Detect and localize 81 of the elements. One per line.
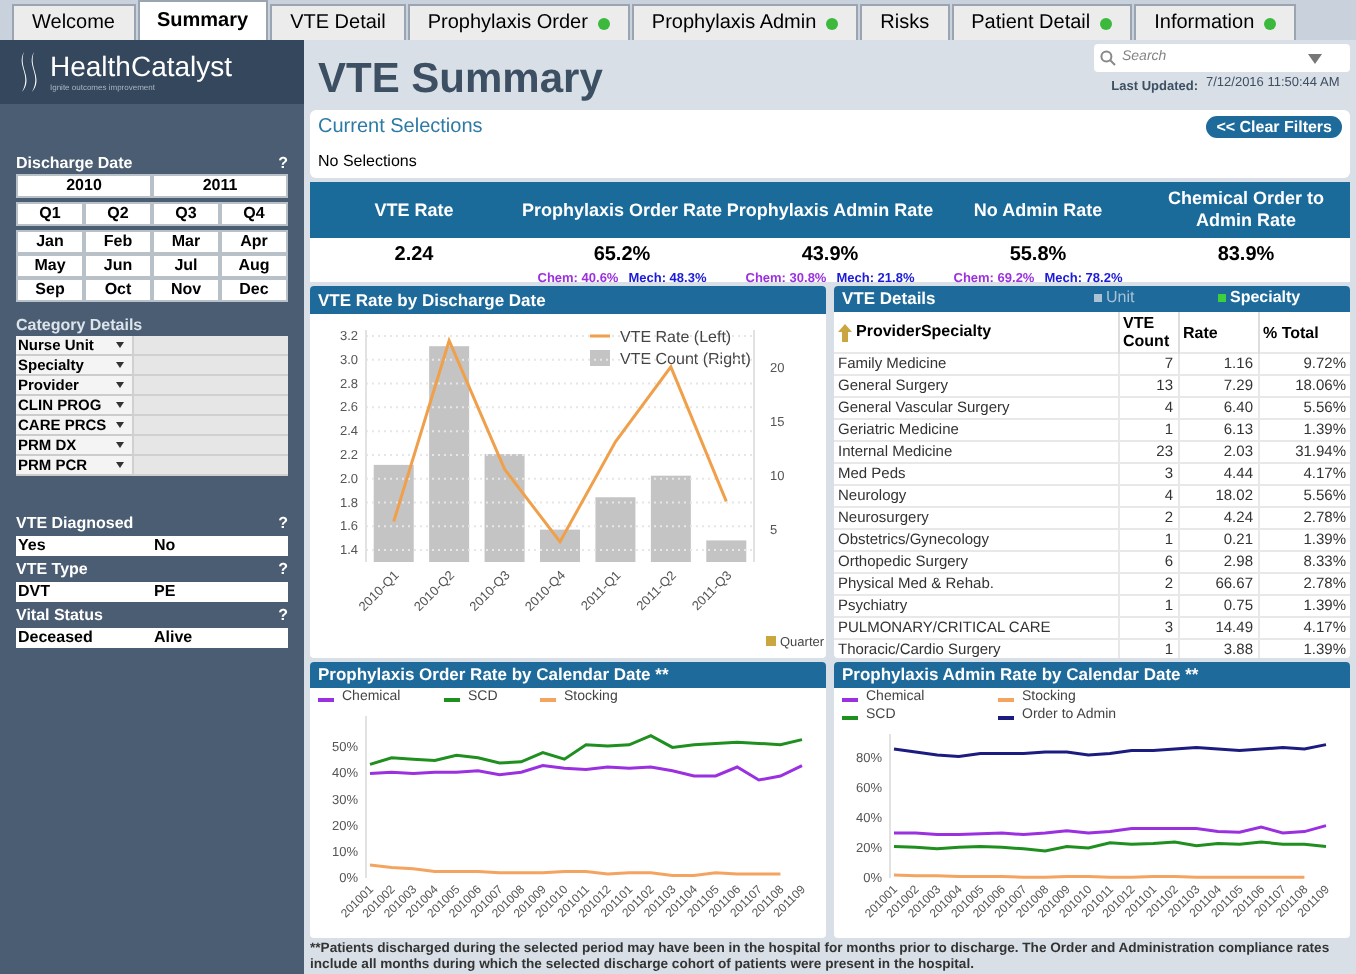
page-title: VTE Summary [318,54,603,106]
panel-title: VTE Rate by Discharge Date [310,286,826,314]
filter-option[interactable]: Mar [152,230,220,254]
logo-text: HealthCatalyst [50,52,233,82]
column-header[interactable]: Rate [1178,311,1258,354]
help-icon[interactable]: ? [278,512,288,536]
filter-option[interactable]: Q2 [84,202,152,226]
tab[interactable]: Summary [137,0,269,40]
filter-option[interactable]: Dec [220,278,288,302]
filter-option[interactable]: Oct [84,278,152,302]
tab[interactable]: Welcome [12,4,135,40]
section-title: Category Details [16,314,145,336]
filter-option[interactable]: Apr [220,230,288,254]
column-header[interactable]: ProviderSpecialty [856,320,992,344]
dimension-icon [766,636,776,646]
kpi-header: Chemical Order to Admin Rate [1142,182,1350,238]
kpi-value: 83.9% [1215,242,1277,270]
filter-option[interactable]: Q3 [152,202,220,226]
kpi-value: 2.24 [392,242,436,270]
legend-label: VTE Count (Right) [620,350,752,368]
filter-option[interactable]: Aug [220,254,288,278]
kpi-header: Prophylaxis Order Rate [518,182,726,238]
filter-title: VTE Type [16,558,88,582]
caret-icon [116,402,124,408]
panel-title: Prophylaxis Order Rate by Calendar Date ** [310,662,826,688]
caret-icon [116,442,124,448]
search-icon [1100,50,1116,66]
panel-title: Current Selections [318,114,483,142]
filter-option[interactable]: Feb [84,230,152,254]
legend-item: VTE Rate (Left) [590,328,732,346]
kpi-value: 43.9% [799,242,861,270]
category-field[interactable] [132,416,288,436]
category-field[interactable] [132,376,288,396]
column-header[interactable]: VTE Count [1118,311,1178,354]
category-field[interactable] [132,436,288,456]
kpi-header: Prophylaxis Admin Rate [726,182,934,238]
dropdown-icon [1308,53,1322,63]
tab[interactable]: Patient Detail [951,4,1133,40]
kpi-header: VTE Rate [310,182,518,238]
filter-option[interactable]: Sep [16,278,84,302]
category-field[interactable] [132,336,288,356]
kpi-header: No Admin Rate [934,182,1142,238]
filter-option[interactable]: Jul [152,254,220,278]
caret-icon [116,462,124,468]
filter-option[interactable]: 2010 [16,174,152,198]
legend-label: VTE Rate (Left) [620,328,732,346]
caret-icon [116,382,124,388]
filter-option[interactable]: Q1 [16,202,84,226]
filter-option[interactable]: May [16,254,84,278]
filter-title: VTE Diagnosed [16,512,134,536]
category-field[interactable] [132,356,288,376]
tab[interactable]: VTE Detail [270,4,406,40]
help-icon[interactable]: ? [278,152,288,174]
help-icon[interactable]: ? [278,558,288,582]
column-header[interactable]: % Total [1258,311,1350,354]
view-toggle[interactable]: Specialty [1218,286,1342,311]
panel-title: VTE Details [842,286,938,312]
category-field[interactable] [132,456,288,476]
tab[interactable]: Information [1134,4,1297,40]
kpi-value: 55.8% [1007,242,1069,270]
tab[interactable]: Prophylaxis Order [407,4,630,40]
sort-icon[interactable] [838,323,852,341]
tab[interactable]: Prophylaxis Admin [631,4,859,40]
help-icon[interactable]: ? [278,604,288,628]
caret-icon [116,422,124,428]
filter-title: Discharge Date [16,152,133,174]
kpi-value: 65.2% [591,242,653,270]
clear-filters-button[interactable]: << Clear Filters [1206,116,1342,138]
filter-option[interactable]: Q4 [220,202,288,226]
filter-option[interactable]: Jan [16,230,84,254]
caret-icon [116,342,124,348]
filter-title: Vital Status [16,604,103,628]
filter-option[interactable]: 2011 [152,174,288,198]
panel-title: Prophylaxis Admin Rate by Calendar Date ** [834,662,1350,688]
tab[interactable]: Risks [860,4,950,40]
caret-icon [116,362,124,368]
filter-option[interactable]: Nov [152,278,220,302]
selections-text: No Selections [318,150,419,174]
legend-item: VTE Count (Right) [590,350,751,368]
filter-option[interactable]: Jun [84,254,152,278]
category-field[interactable] [132,396,288,416]
